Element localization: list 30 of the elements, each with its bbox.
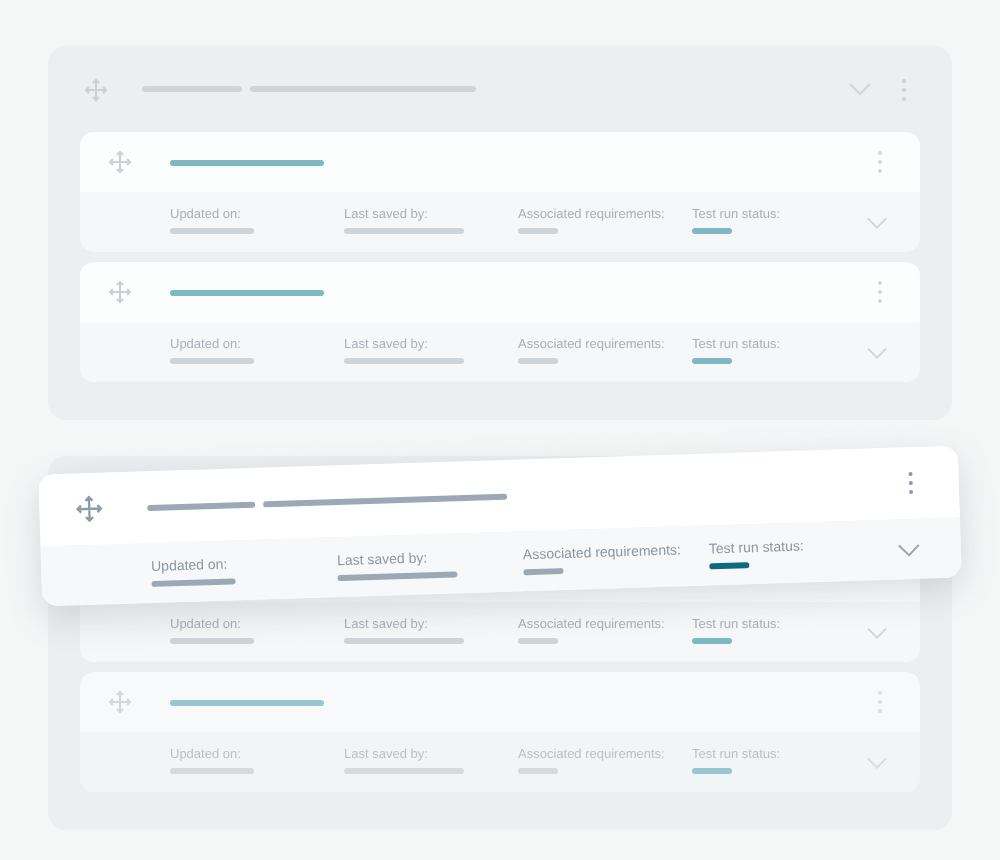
drag-handle-icon[interactable] bbox=[108, 150, 132, 174]
chevron-down-icon[interactable] bbox=[866, 345, 888, 359]
placeholder-line bbox=[344, 358, 464, 365]
placeholder-line bbox=[709, 561, 750, 569]
drag-handle-icon[interactable] bbox=[84, 77, 108, 101]
placeholder-line bbox=[692, 768, 732, 775]
placeholder-line bbox=[344, 228, 464, 235]
placeholder-line bbox=[147, 500, 256, 511]
placeholder-line bbox=[151, 577, 236, 586]
placeholder-line bbox=[692, 358, 732, 365]
drag-handle-icon[interactable] bbox=[108, 280, 132, 304]
placeholder-line bbox=[692, 638, 732, 645]
placeholder-line bbox=[337, 570, 458, 581]
chevron-down-icon[interactable] bbox=[848, 82, 872, 96]
more-options-icon[interactable] bbox=[906, 470, 916, 496]
drag-handle-icon[interactable] bbox=[74, 494, 104, 524]
placeholder-line bbox=[523, 567, 564, 575]
placeholder-line bbox=[692, 228, 732, 235]
chevron-down-icon[interactable] bbox=[866, 625, 888, 639]
placeholder-line bbox=[518, 638, 558, 645]
chevron-down-icon[interactable] bbox=[866, 215, 888, 229]
chevron-down-icon[interactable] bbox=[896, 541, 922, 557]
placeholder-line bbox=[344, 638, 464, 645]
more-options-icon[interactable] bbox=[876, 280, 884, 304]
more-options-icon[interactable] bbox=[876, 150, 884, 174]
placeholder-line bbox=[170, 358, 254, 365]
placeholder-line bbox=[518, 358, 558, 365]
placeholder-line bbox=[518, 228, 558, 235]
placeholder-line bbox=[170, 638, 254, 645]
placeholder-line bbox=[170, 228, 254, 235]
